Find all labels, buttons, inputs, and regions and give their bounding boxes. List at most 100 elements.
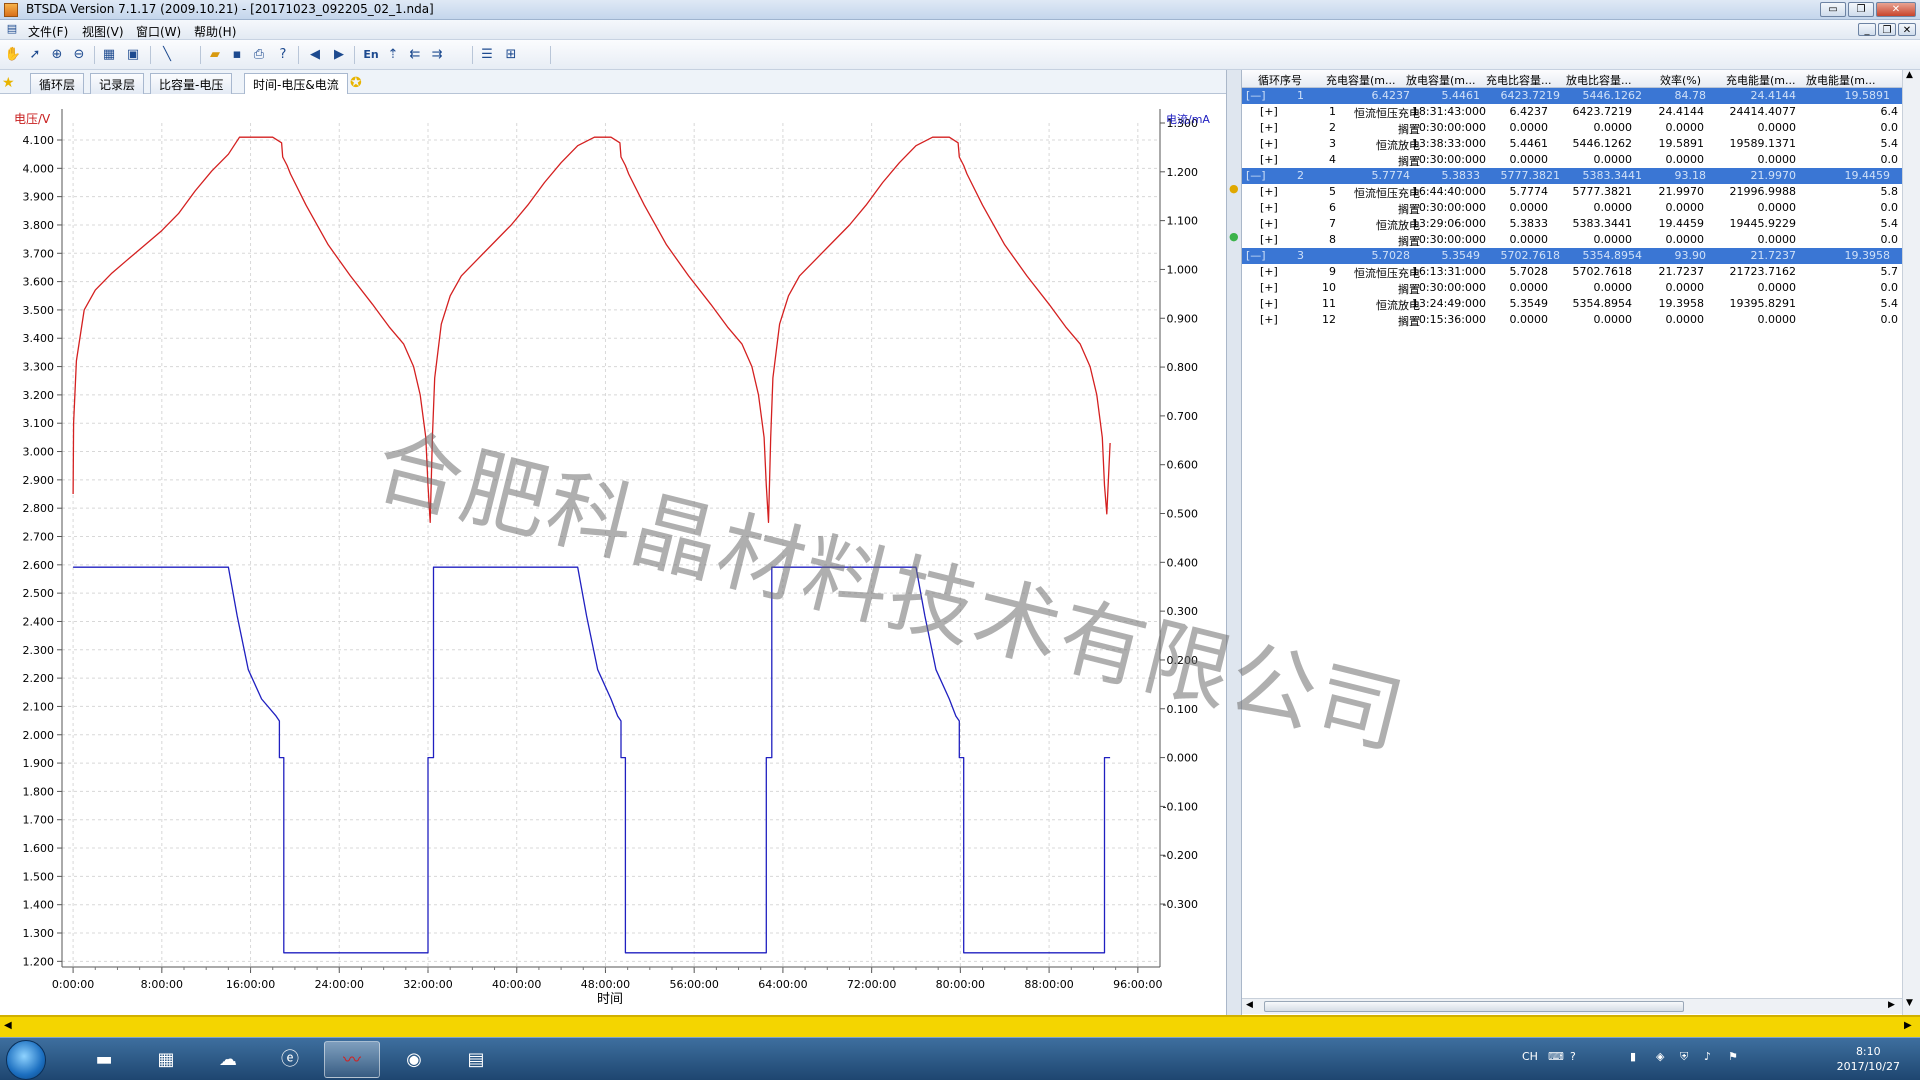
step-row[interactable]: [+] 2 搁置 0:30:00:000 0.0000 0.0000 0.0000 0.000… <box>1242 120 1920 136</box>
add-tab-star-icon[interactable]: ✪ <box>350 75 362 91</box>
table-cell: 0:30:00:000 <box>1418 233 1486 246</box>
menu-file[interactable]: 文件(F) <box>28 23 68 40</box>
btsda-icon[interactable]: 〰 <box>324 1041 380 1078</box>
col-discharge-capacity[interactable]: 放电容量(m... <box>1406 72 1480 88</box>
forward-arrow-icon[interactable]: ▶ <box>330 46 348 64</box>
indent-right-icon[interactable]: ⇉ <box>428 46 446 64</box>
indent-left-icon[interactable]: ⇇ <box>406 46 424 64</box>
step-row[interactable]: [+] 1 恒流恒压充电 18:31:43:000 6.4237 6423.7219 24.… <box>1242 104 1920 120</box>
scroll-right-icon[interactable]: ▶ <box>1904 1020 1912 1031</box>
help-icon[interactable]: ? <box>274 46 292 64</box>
monitor-icon[interactable]: ▣ <box>124 46 142 64</box>
flag-icon[interactable]: ⚑ <box>1728 1050 1738 1063</box>
tab-cycle-layer[interactable]: 循环层 <box>30 73 85 94</box>
security-icon[interactable]: ⛨ <box>1680 1050 1688 1064</box>
scroll-thumb[interactable] <box>1264 1001 1684 1012</box>
step-row[interactable]: [+] 12 搁置 0:15:36:000 0.0000 0.0000 0.0000 0.00… <box>1242 312 1920 328</box>
table-cell: 1 <box>1329 105 1336 118</box>
menu-view[interactable]: 视图(V) <box>82 23 124 40</box>
y2-tick-label: 0.500 <box>1167 508 1199 521</box>
close-button[interactable]: ✕ <box>1876 2 1916 17</box>
document-icon[interactable]: ▤ <box>4 21 20 37</box>
tab-capacity-voltage[interactable]: 比容量-电压 <box>150 73 233 94</box>
scroll-right-icon[interactable]: ▶ <box>1888 1000 1895 1010</box>
col-charge-capacity[interactable]: 充电容量(m... <box>1326 72 1400 88</box>
menu-window[interactable]: 窗口(W) <box>136 23 181 40</box>
globe-icon[interactable]: ◉ <box>386 1041 442 1078</box>
col-cycle-no[interactable]: 循环序号 <box>1258 72 1318 88</box>
save-icon[interactable]: ▪ <box>228 46 246 64</box>
col-discharge-energy[interactable]: 放电能量(m... <box>1806 72 1880 88</box>
table-cell: 0.0000 <box>1593 153 1633 166</box>
cycle-row[interactable]: [—] 2 5.7774 5.3833 5777.3821 5383.3441 93.18 2… <box>1242 168 1920 184</box>
col-charge-specific[interactable]: 充电比容量... <box>1486 72 1560 88</box>
pointer-icon[interactable]: ➚ <box>26 46 44 64</box>
tab-time-voltage-current[interactable]: 时间-电压&电流 <box>244 73 348 94</box>
minimize-button[interactable]: ▭ <box>1820 2 1846 17</box>
tree-icon[interactable]: ⊞ <box>502 46 520 64</box>
cycle-row[interactable]: [—] 3 5.7028 5.3549 5702.7618 5354.8954 93.90 2… <box>1242 248 1920 264</box>
step-row[interactable]: [+] 8 搁置 0:30:00:000 0.0000 0.0000 0.0000 0.000… <box>1242 232 1920 248</box>
keyboard-icon[interactable]: ⌨ <box>1548 1050 1564 1063</box>
browser-icon[interactable]: ⓔ <box>262 1041 318 1078</box>
step-row[interactable]: [+] 4 搁置 0:30:00:000 0.0000 0.0000 0.0000 0.000… <box>1242 152 1920 168</box>
favorite-star-icon[interactable]: ★ <box>2 75 15 91</box>
table-cell: 12 <box>1322 313 1336 326</box>
chart-icon[interactable]: ▦ <box>100 46 118 64</box>
start-button[interactable] <box>6 1040 46 1080</box>
line-tool-icon[interactable]: ╲ <box>158 46 176 64</box>
clock[interactable]: 8:10 2017/10/27 <box>1837 1044 1900 1074</box>
mdi-restore-button[interactable]: ❐ <box>1878 23 1896 36</box>
open-folder-icon[interactable]: ▰ <box>206 46 224 64</box>
hand-icon[interactable]: ✋ <box>4 46 22 64</box>
panel-splitter[interactable]: ● ● <box>1226 70 1242 1015</box>
time-voltage-current-chart[interactable]: 1.200 1.300 1.400 1.500 1.600 1.700 1.800 1.900… <box>0 95 1226 1015</box>
main-horizontal-scrollbar[interactable]: ◀ ▶ <box>0 1015 1920 1037</box>
tab-record-layer[interactable]: 记录层 <box>90 73 145 94</box>
mdi-minimize-button[interactable]: _ <box>1858 23 1876 36</box>
taskbar: ▬ ▦ ☁ ⓔ 〰 ◉ ▤ CH ⌨ ? ▮ ◈ ⛨ ♪ ⚑ 8:10 2017… <box>0 1037 1920 1080</box>
scroll-left-icon[interactable]: ◀ <box>1246 1000 1253 1010</box>
y-tick-label: 3.300 <box>23 361 55 374</box>
table-cell: 6423.7219 <box>1500 89 1561 102</box>
y-tick-label: 3.400 <box>23 332 55 345</box>
list-icon[interactable]: ☰ <box>478 46 496 64</box>
vertical-scrollbar[interactable]: ▲ ▼ <box>1902 70 1920 1015</box>
language-button[interactable]: En <box>360 46 382 64</box>
menu-help[interactable]: 帮助(H) <box>194 23 236 40</box>
table-cell: 6423.7219 <box>1572 105 1633 118</box>
help-icon[interactable]: ? <box>1570 1050 1576 1063</box>
x-tick-label: 72:00:00 <box>847 978 896 991</box>
print-icon[interactable]: ⎙ <box>250 46 268 64</box>
explorer-icon[interactable]: ▬ <box>76 1041 132 1078</box>
mdi-close-button[interactable]: ✕ <box>1898 23 1916 36</box>
language-indicator[interactable]: CH <box>1522 1050 1538 1063</box>
cycle-row[interactable]: [—] 1 6.4237 5.4461 6423.7219 5446.1262 84.78 2… <box>1242 88 1920 104</box>
step-row[interactable]: [+] 7 恒流放电 13:29:06:000 5.3833 5383.3441 19.44… <box>1242 216 1920 232</box>
step-row[interactable]: [+] 6 搁置 0:30:00:000 0.0000 0.0000 0.0000 0.000… <box>1242 200 1920 216</box>
calculator-icon[interactable]: ▦ <box>138 1041 194 1078</box>
document-icon[interactable]: ▤ <box>448 1041 504 1078</box>
y2-tick-label: 0.600 <box>1167 459 1199 472</box>
back-arrow-icon[interactable]: ◀ <box>306 46 324 64</box>
step-row[interactable]: [+] 3 恒流放电 13:38:33:000 5.4461 5446.1262 19.58… <box>1242 136 1920 152</box>
col-discharge-specific[interactable]: 放电比容量... <box>1566 72 1640 88</box>
step-row[interactable]: [+] 10 搁置 0:30:00:000 0.0000 0.0000 0.0000 0.00… <box>1242 280 1920 296</box>
step-row[interactable]: [+] 5 恒流恒压充电 16:44:40:000 5.7774 5777.3821 21.… <box>1242 184 1920 200</box>
step-row[interactable]: [+] 9 恒流恒压充电 16:13:31:000 5.7028 5702.7618 21.… <box>1242 264 1920 280</box>
col-charge-energy[interactable]: 充电能量(m... <box>1726 72 1800 88</box>
volume-icon[interactable]: ♪ <box>1704 1050 1711 1063</box>
network-icon[interactable]: ▮ <box>1630 1050 1636 1063</box>
col-efficiency[interactable]: 效率(%) <box>1660 72 1720 88</box>
scroll-left-icon[interactable]: ◀ <box>4 1020 12 1031</box>
step-row[interactable]: [+] 11 恒流放电 13:24:49:000 5.3549 5354.8954 19.3… <box>1242 296 1920 312</box>
zoom-in-icon[interactable]: ⊕ <box>48 46 66 64</box>
scroll-down-icon[interactable]: ▼ <box>1906 998 1913 1008</box>
scroll-up-icon[interactable]: ▲ <box>1906 70 1913 80</box>
pin-icon[interactable]: ⇡ <box>384 46 402 64</box>
restore-button[interactable]: ❐ <box>1848 2 1874 17</box>
shield-icon[interactable]: ◈ <box>1656 1050 1664 1063</box>
cloud-icon[interactable]: ☁ <box>200 1041 256 1078</box>
horizontal-scrollbar[interactable]: ◀ ▶ <box>1242 998 1902 1014</box>
zoom-out-icon[interactable]: ⊖ <box>70 46 88 64</box>
